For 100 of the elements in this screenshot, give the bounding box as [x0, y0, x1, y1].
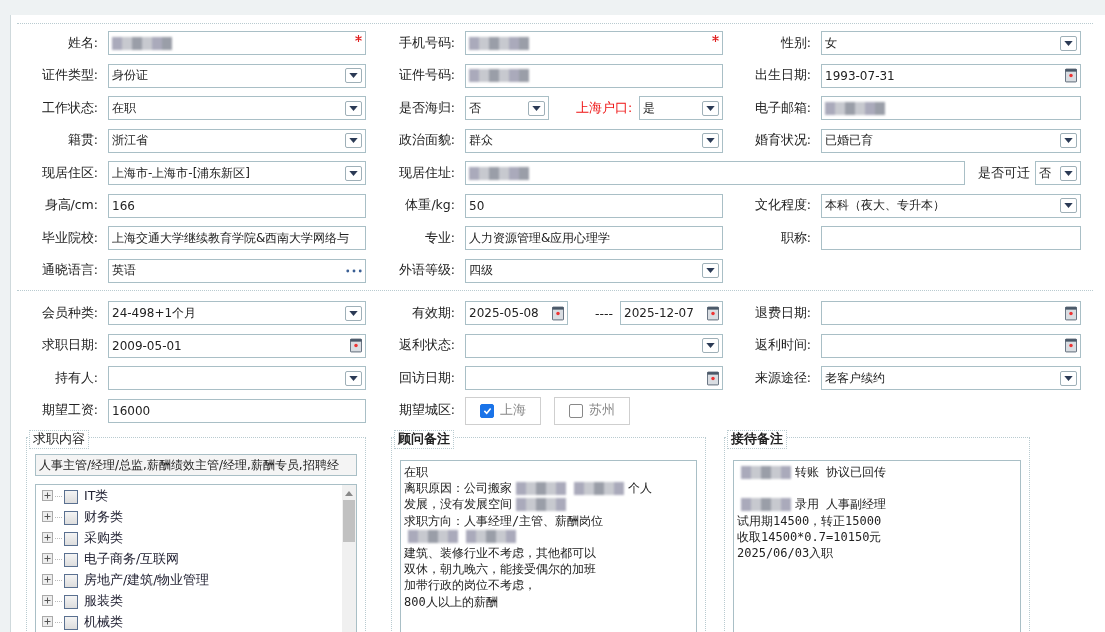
field-label: 证件号码:	[397, 67, 456, 85]
input-field[interactable]	[821, 226, 1081, 251]
caret-icon[interactable]	[1060, 370, 1077, 386]
caret-icon[interactable]	[527, 100, 545, 116]
expand-icon[interactable]	[42, 594, 53, 609]
calendar-icon[interactable]	[707, 370, 719, 386]
dropdown-field[interactable]: 是	[639, 96, 723, 121]
checkbox[interactable]	[64, 489, 78, 504]
field-label: 有效期:	[410, 304, 456, 322]
field-label: 职称:	[779, 229, 812, 247]
calendar-icon[interactable]	[1065, 305, 1077, 321]
calendar-icon[interactable]	[707, 305, 719, 321]
caret-icon[interactable]	[1060, 198, 1077, 214]
tree-item[interactable]: 采购类	[84, 530, 123, 547]
tree-item[interactable]: 财务类	[84, 509, 123, 526]
date-field[interactable]: 2025-05-08	[465, 301, 568, 326]
dropdown-field[interactable]	[465, 333, 723, 358]
more-icon[interactable]	[346, 268, 362, 273]
tree-item[interactable]: 房地产/建筑/物业管理	[84, 572, 210, 589]
city-checkbox[interactable]: 上海	[465, 396, 541, 425]
checkbox[interactable]	[64, 594, 78, 609]
checkbox[interactable]	[64, 573, 78, 588]
caret-icon[interactable]	[345, 165, 362, 181]
notes-textarea[interactable]: 在职 离职原因：公司搬家 个人 发展，没有发展空间 求职方向：人事经理/主管、薪酬岗位 建筑、装修行业不考虑，其他都可以 双休，朝九晚六，能接受偶尔的加班 加带行政的岗位不考虑， 800人以上的薪酬	[400, 460, 697, 632]
dropdown-field[interactable]: 本科（夜大、专升本）	[821, 193, 1081, 218]
dropdown-field[interactable]: 群众	[465, 128, 723, 153]
caret-icon[interactable]	[702, 100, 719, 116]
expand-icon[interactable]	[42, 615, 53, 630]
input-field[interactable]	[465, 31, 723, 56]
caret-icon[interactable]	[702, 133, 719, 149]
field-label: 性别:	[779, 34, 812, 52]
input-field[interactable]: 16000	[108, 398, 366, 423]
notes-textarea[interactable]: 转账 协议已回传 录用 人事副经理 试用期14500，转正15000 收取14500*0.7=10150元 2025/06/03入职	[733, 460, 1021, 632]
dropdown-field[interactable]: 女	[821, 31, 1081, 56]
input-field[interactable]: 英语	[108, 258, 366, 283]
date-field[interactable]	[821, 333, 1081, 358]
field-label: 会员种类:	[40, 304, 99, 322]
dropdown-field[interactable]: 上海市-上海市-[浦东新区]	[108, 161, 366, 186]
dropdown-field[interactable]: 在职	[108, 96, 366, 121]
input-field[interactable]	[465, 161, 965, 186]
caret-icon[interactable]	[702, 263, 719, 279]
dropdown-field[interactable]: 已婚已育	[821, 128, 1081, 153]
dropdown-field[interactable]	[108, 366, 366, 391]
calendar-icon[interactable]	[1065, 68, 1077, 84]
city-checkbox[interactable]: 苏州	[554, 396, 630, 425]
checkbox[interactable]	[64, 552, 78, 567]
input-field[interactable]: 上海交通大学继续教育学院&西南大学网络与	[108, 226, 366, 251]
dropdown-field[interactable]: 24-498+1个月	[108, 301, 366, 326]
tree-item[interactable]: 机械类	[84, 614, 123, 631]
field-label: 出生日期:	[753, 67, 812, 85]
field-label: 是否海归:	[397, 99, 456, 117]
date-field[interactable]: 2009-05-01	[108, 333, 366, 358]
expand-icon[interactable]	[42, 531, 53, 546]
date-field[interactable]	[465, 366, 723, 391]
caret-icon[interactable]	[1060, 165, 1077, 181]
dropdown-field[interactable]: 老客户续约	[821, 366, 1081, 391]
date-field[interactable]: 1993-07-31	[821, 63, 1081, 88]
tree-item[interactable]: IT类	[84, 488, 109, 505]
field-label: 专业:	[423, 229, 456, 247]
tree-item[interactable]: 电子商务/互联网	[84, 551, 180, 568]
caret-icon[interactable]	[1060, 35, 1077, 51]
caret-icon[interactable]	[702, 338, 719, 354]
input-field[interactable]	[108, 31, 366, 56]
scrollbar[interactable]	[342, 485, 356, 632]
field-label: 籍贯:	[66, 132, 99, 150]
dropdown-field[interactable]: 否	[465, 96, 549, 121]
input-field[interactable]: 人事主管/经理/总监,薪酬绩效主管/经理,薪酬专员,招聘经	[35, 454, 357, 476]
date-field[interactable]	[821, 301, 1081, 326]
checkbox[interactable]	[64, 615, 78, 630]
scroll-thumb[interactable]	[343, 500, 355, 542]
calendar-icon[interactable]	[350, 338, 362, 354]
input-field[interactable]	[821, 96, 1081, 121]
calendar-icon[interactable]	[1065, 338, 1077, 354]
blurred-text	[741, 465, 791, 479]
calendar-icon[interactable]	[552, 305, 564, 321]
expand-icon[interactable]	[42, 552, 53, 567]
input-field[interactable]	[465, 63, 723, 88]
scroll-up-icon[interactable]	[345, 491, 353, 496]
dropdown-field[interactable]: 身份证	[108, 63, 366, 88]
expand-icon[interactable]	[42, 489, 53, 504]
dropdown-field[interactable]: 浙江省	[108, 128, 366, 153]
expand-icon[interactable]	[42, 573, 53, 588]
caret-icon[interactable]	[345, 370, 362, 386]
caret-icon[interactable]	[345, 133, 362, 149]
checkbox[interactable]	[64, 531, 78, 546]
input-field[interactable]: 人力资源管理&应用心理学	[465, 226, 723, 251]
caret-icon[interactable]	[1060, 133, 1077, 149]
field-label: 期望城区:	[397, 402, 456, 420]
caret-icon[interactable]	[345, 100, 362, 116]
field-label: 期望工资:	[40, 402, 99, 420]
input-field[interactable]: 166	[108, 193, 366, 218]
dropdown-field[interactable]: 四级	[465, 258, 723, 283]
checkbox[interactable]	[64, 510, 78, 525]
caret-icon[interactable]	[345, 305, 362, 321]
tree-item[interactable]: 服装类	[84, 593, 123, 610]
input-field[interactable]: 50	[465, 193, 723, 218]
dropdown-field[interactable]: 否	[1035, 161, 1081, 186]
expand-icon[interactable]	[42, 510, 53, 525]
caret-icon[interactable]	[345, 68, 362, 84]
date-field[interactable]: 2025-12-07	[620, 301, 723, 326]
